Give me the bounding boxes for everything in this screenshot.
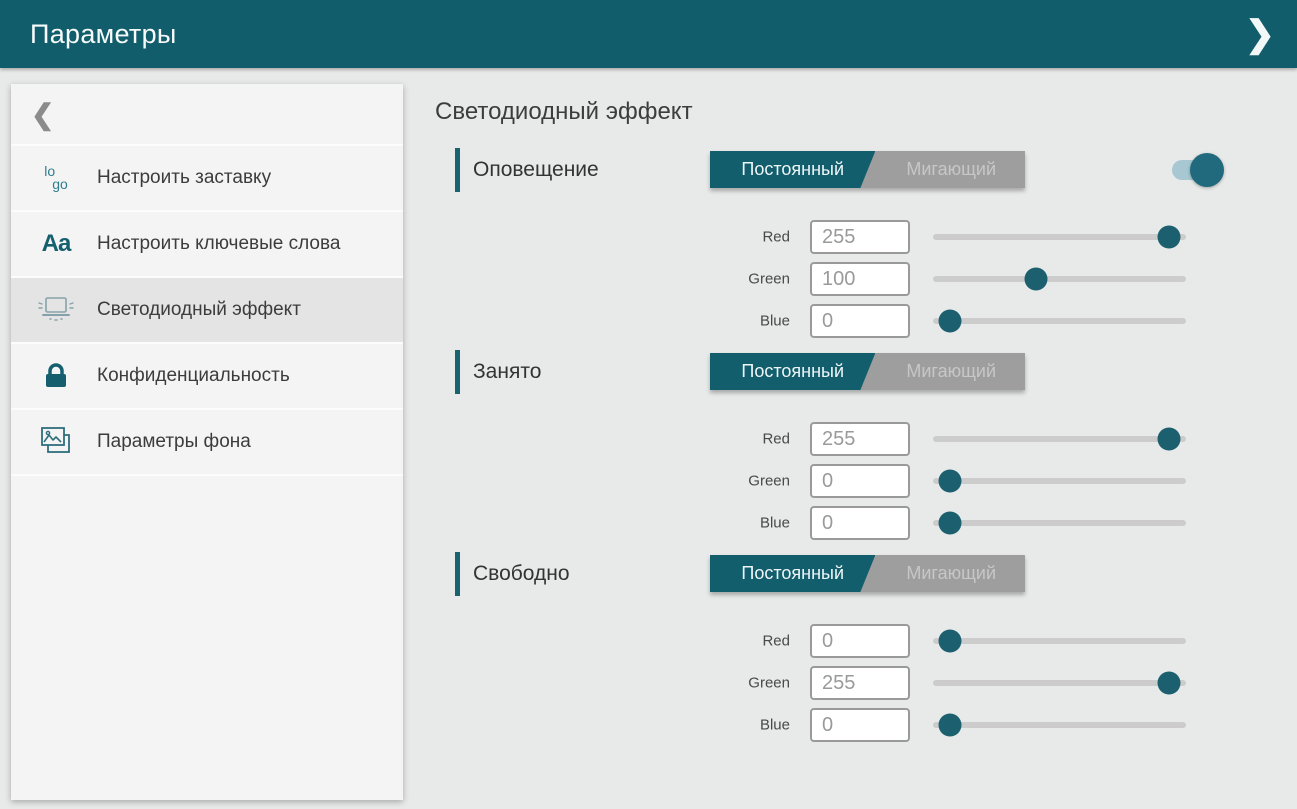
slider-track (933, 680, 1186, 686)
sidebar-item-label: Светодиодный эффект (97, 297, 301, 323)
red-label: Red (435, 229, 790, 246)
section-title: Свободно (473, 562, 570, 586)
blue-slider[interactable] (933, 304, 1186, 338)
green-slider-thumb[interactable] (939, 470, 962, 493)
green-slider-thumb[interactable] (1158, 672, 1181, 695)
keywords-aa-icon: Aa (33, 230, 79, 258)
background-images-icon (33, 425, 79, 459)
red-value-input[interactable] (810, 624, 910, 658)
slider-track (933, 436, 1186, 442)
sidebar-item-label: Конфиденциальность (97, 363, 290, 389)
sidebar-item-screensaver[interactable]: lo go Настроить заставку (11, 146, 403, 212)
sidebar-item-label: Настроить заставку (97, 165, 271, 191)
sidebar-item-privacy[interactable]: Конфиденциальность (11, 344, 403, 410)
slider-track (933, 234, 1186, 240)
blue-slider[interactable] (933, 506, 1186, 540)
logo-icon: lo go (33, 165, 79, 191)
green-label: Green (435, 675, 790, 692)
blue-value-input[interactable] (810, 304, 910, 338)
slider-track (933, 638, 1186, 644)
blue-label: Blue (435, 717, 790, 734)
green-label: Green (435, 473, 790, 490)
section-title: Оповещение (473, 158, 599, 182)
green-slider[interactable] (933, 262, 1186, 296)
slider-track (933, 478, 1186, 484)
section-free: Свободно Постоянный Мигающий Red Green B… (435, 552, 1297, 742)
blue-slider-thumb[interactable] (939, 512, 962, 535)
mode-segmented-control: Постоянный Мигающий (710, 151, 1025, 188)
red-label: Red (435, 633, 790, 650)
section-accent-bar (455, 148, 460, 192)
sidebar-item-keywords[interactable]: Aa Настроить ключевые слова (11, 212, 403, 278)
mode-blinking-button[interactable]: Мигающий (875, 151, 1025, 188)
mode-blinking-button[interactable]: Мигающий (875, 555, 1025, 592)
green-slider[interactable] (933, 666, 1186, 700)
green-slider-thumb[interactable] (1024, 268, 1047, 291)
toggle-knob (1190, 153, 1224, 187)
led-effect-panel: Светодиодный эффект Оповещение Постоянны… (435, 0, 1297, 809)
red-slider-thumb[interactable] (939, 630, 962, 653)
red-value-input[interactable] (810, 220, 910, 254)
sidebar-item-label: Параметры фона (97, 429, 251, 455)
page-title: Параметры (30, 19, 177, 50)
red-slider-thumb[interactable] (1158, 428, 1181, 451)
blue-slider-thumb[interactable] (939, 714, 962, 737)
blue-value-input[interactable] (810, 708, 910, 742)
section-accent-bar (455, 552, 460, 596)
mode-solid-button[interactable]: Постоянный (710, 555, 875, 592)
led-screen-icon (33, 294, 79, 326)
blue-value-input[interactable] (810, 506, 910, 540)
green-value-input[interactable] (810, 262, 910, 296)
mode-segmented-control: Постоянный Мигающий (710, 555, 1025, 592)
slider-track (933, 520, 1186, 526)
lock-icon (33, 360, 79, 392)
forward-chevron-icon[interactable]: ❯ (1245, 16, 1275, 52)
red-slider[interactable] (933, 422, 1186, 456)
panel-title: Светодиодный эффект (435, 98, 1297, 126)
section-accent-bar (455, 350, 460, 394)
red-slider[interactable] (933, 220, 1186, 254)
green-slider[interactable] (933, 464, 1186, 498)
section-title: Занято (473, 360, 541, 384)
back-chevron-icon[interactable]: ❮ (31, 98, 54, 131)
blue-slider[interactable] (933, 708, 1186, 742)
settings-sidebar: ❮ lo go Настроить заставку Aa Настроить … (11, 84, 403, 800)
red-slider[interactable] (933, 624, 1186, 658)
green-value-input[interactable] (810, 666, 910, 700)
mode-solid-button[interactable]: Постоянный (710, 353, 875, 390)
section-busy: Занято Постоянный Мигающий Red Green Blu… (435, 350, 1297, 540)
slider-track (933, 276, 1186, 282)
notification-enable-toggle[interactable] (1172, 160, 1220, 180)
app-header: Параметры ❯ (0, 0, 1297, 68)
sidebar-back-row[interactable]: ❮ (11, 84, 403, 146)
slider-track (933, 318, 1186, 324)
mode-solid-button[interactable]: Постоянный (710, 151, 875, 188)
mode-blinking-button[interactable]: Мигающий (875, 353, 1025, 390)
red-value-input[interactable] (810, 422, 910, 456)
blue-label: Blue (435, 515, 790, 532)
green-value-input[interactable] (810, 464, 910, 498)
slider-track (933, 722, 1186, 728)
sidebar-item-label: Настроить ключевые слова (97, 231, 340, 257)
blue-label: Blue (435, 313, 790, 330)
red-label: Red (435, 431, 790, 448)
red-slider-thumb[interactable] (1158, 226, 1181, 249)
sidebar-item-background[interactable]: Параметры фона (11, 410, 403, 476)
green-label: Green (435, 271, 790, 288)
section-notification: Оповещение Постоянный Мигающий Red Green (435, 148, 1297, 338)
sidebar-item-led-effect[interactable]: Светодиодный эффект (11, 278, 403, 344)
blue-slider-thumb[interactable] (939, 310, 962, 333)
mode-segmented-control: Постоянный Мигающий (710, 353, 1025, 390)
